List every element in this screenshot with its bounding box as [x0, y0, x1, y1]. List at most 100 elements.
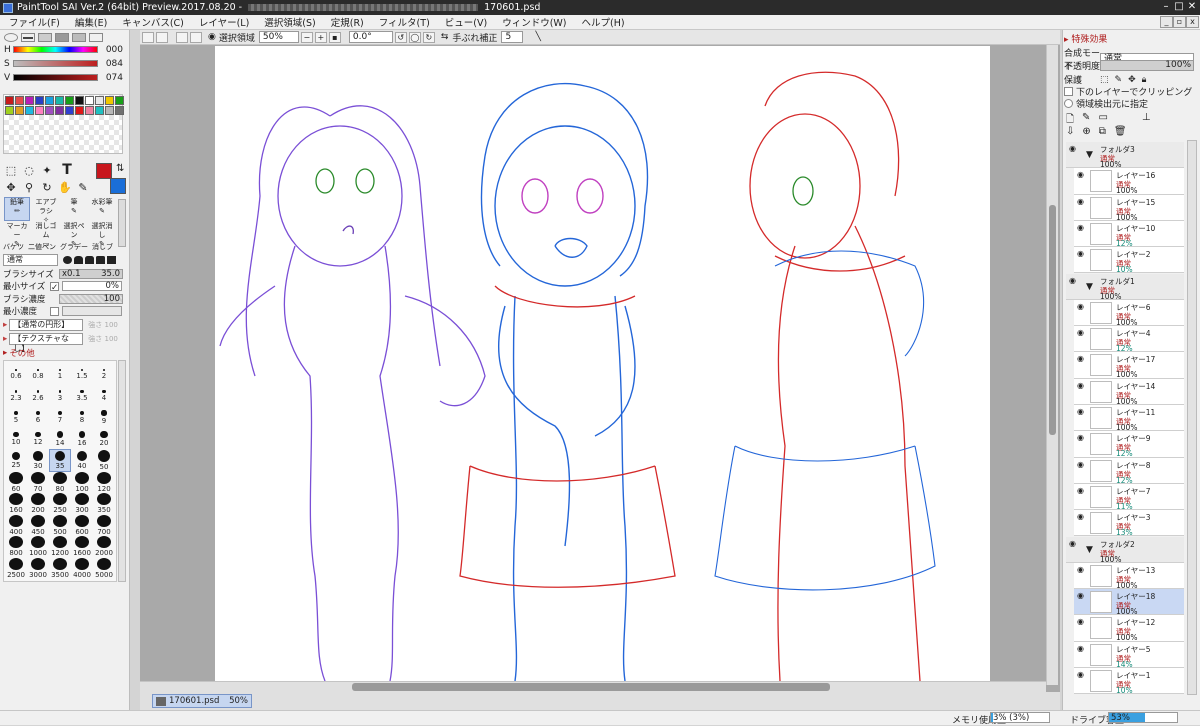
min-size-checkbox[interactable]: ✓ — [50, 281, 59, 293]
brush-size-preset[interactable]: 35 — [49, 449, 71, 472]
min-size-slider[interactable]: 0% — [62, 281, 122, 291]
palette-swatch[interactable] — [85, 106, 94, 115]
brush-size-preset[interactable]: 1200 — [50, 536, 70, 557]
rotate-left-button[interactable]: ↺ — [394, 31, 407, 43]
eye-icon[interactable]: ◉ — [1069, 539, 1079, 548]
swap-colors-icon[interactable]: ⇅ — [116, 163, 124, 174]
eye-icon[interactable]: ◉ — [1077, 671, 1087, 679]
brush-shape-select[interactable]: 【通常の円形】 — [9, 319, 84, 331]
brush-size-preset[interactable]: 350 — [94, 493, 114, 514]
rotate-icon[interactable]: ↻ — [40, 180, 54, 194]
move-layer-down-icon[interactable]: ⇩ — [1066, 126, 1074, 137]
brush-tool-gradient[interactable]: グラデー — [60, 242, 88, 250]
brush-size-preset[interactable]: 100 — [72, 471, 92, 493]
palette-swatch[interactable] — [45, 106, 54, 115]
brush-tool-binary-pen[interactable]: 二値ペン — [28, 242, 56, 250]
layer-row[interactable]: ◉ レイヤー17 通常 100% — [1074, 352, 1184, 379]
redo-button[interactable] — [156, 31, 168, 43]
brush-tool-watercolor[interactable]: 水彩筆 ✎ — [89, 197, 115, 221]
menu-file[interactable]: ファイル(F) — [0, 15, 66, 29]
brush-size-preset[interactable]: 300 — [72, 493, 92, 514]
stabilizer-select[interactable]: 5 — [501, 31, 524, 43]
brush-size-preset[interactable]: 80 — [50, 471, 70, 493]
brush-size-preset[interactable]: 0.8 — [28, 364, 48, 385]
brush-size-preset[interactable]: 5000 — [94, 557, 114, 579]
rotate-right-button[interactable]: ↻ — [422, 31, 435, 43]
folder-toggle-icon[interactable]: ▼ — [1086, 150, 1093, 160]
palette-swatch[interactable] — [75, 106, 84, 115]
layer-row[interactable]: ◉ レイヤー11 通常 100% — [1074, 405, 1184, 432]
size-presets-scrollbar[interactable] — [118, 360, 126, 582]
hand-icon[interactable]: ✋ — [58, 180, 72, 194]
brush-size-preset[interactable]: 25 — [6, 450, 26, 471]
layer-folder[interactable]: ◉ ▼ フォルダ3 通常 100% — [1066, 142, 1184, 169]
brush-size-preset[interactable]: 1.5 — [72, 364, 92, 385]
brush-size-preset[interactable]: 4 — [94, 386, 114, 407]
value-value[interactable]: 074 — [99, 73, 123, 83]
brush-size-preset[interactable]: 30 — [28, 450, 48, 471]
menu-view[interactable]: ビュー(V) — [436, 15, 493, 29]
layer-row[interactable]: ◉ レイヤー14 通常 100% — [1074, 378, 1184, 406]
brush-size-preset[interactable]: 2500 — [6, 557, 26, 579]
layer-row[interactable]: ◉ レイヤー6 通常 100% — [1074, 299, 1184, 327]
brush-size-preset[interactable]: 50 — [94, 450, 114, 471]
reference-radio[interactable] — [1064, 99, 1073, 108]
layer-row[interactable]: ◉ レイヤー4 通常 12% — [1074, 326, 1184, 353]
panel-minimize-button[interactable]: _ — [1160, 16, 1173, 28]
eye-icon[interactable]: ◉ — [1077, 223, 1087, 232]
layer-row[interactable]: ◉ レイヤー10 通常 12% — [1074, 220, 1184, 248]
brush-size-preset[interactable]: 3 — [50, 386, 70, 407]
clipping-checkbox[interactable] — [1064, 87, 1073, 96]
eye-icon[interactable]: ◉ — [1077, 618, 1087, 626]
eye-icon[interactable]: ◉ — [1077, 460, 1087, 469]
brush-size-preset[interactable]: 500 — [50, 514, 70, 536]
layer-adjust-icon[interactable]: ⊥ — [1142, 112, 1151, 129]
brush-texture-select[interactable]: 【テクスチャなし】 — [9, 333, 84, 353]
palette-swatch[interactable] — [15, 96, 24, 105]
brush-size-preset[interactable]: 160 — [6, 493, 26, 514]
other-section-row[interactable]: ▸ その他 — [3, 347, 125, 359]
brush-size-preset[interactable]: 1000 — [28, 536, 48, 557]
eye-icon[interactable]: ◉ — [1077, 513, 1087, 521]
layer-row[interactable]: ◉ レイヤー12 通常 100% — [1074, 615, 1184, 642]
layer-row[interactable]: ◉ レイヤー5 通常 14% — [1074, 641, 1184, 669]
invert-selection-button[interactable] — [190, 31, 202, 43]
scratchpad-tab[interactable] — [89, 33, 103, 42]
eye-icon[interactable]: ◉ — [1077, 644, 1087, 653]
palette-swatch[interactable] — [35, 106, 44, 115]
horizontal-scroll-thumb[interactable] — [352, 683, 830, 691]
layer-row[interactable]: ◉ レイヤー13 通常 100% — [1074, 562, 1184, 590]
layer-row[interactable]: ◉ レイヤー18 通常 100% — [1074, 589, 1184, 616]
palette-swatch[interactable] — [15, 106, 24, 115]
layer-row[interactable]: ◉ レイヤー3 通常 13% — [1074, 510, 1184, 537]
zoom-reset-button[interactable]: ▪ — [328, 31, 341, 43]
brush-size-slider[interactable]: x0.1 35.0 — [59, 269, 123, 279]
zoom-out-button[interactable]: − — [300, 31, 313, 43]
palette-swatch[interactable] — [65, 106, 74, 115]
palette-swatch[interactable] — [75, 96, 84, 105]
secondary-color[interactable] — [110, 178, 126, 194]
palette-swatch[interactable] — [55, 106, 64, 115]
eye-icon[interactable]: ◉ — [1069, 276, 1079, 285]
brush-size-preset[interactable]: 10 — [6, 429, 26, 450]
menu-help[interactable]: ヘルプ(H) — [573, 15, 631, 29]
mixer-tab[interactable] — [55, 33, 69, 42]
vertical-scrollbar[interactable] — [1046, 45, 1058, 685]
layer-folder[interactable]: ◉ ▼ フォルダ2 通常 100% — [1066, 536, 1184, 564]
layer-row[interactable]: ◉ レイヤー9 通常 12% — [1074, 431, 1184, 458]
rgb-slider-tab[interactable] — [21, 33, 35, 42]
min-density-checkbox[interactable] — [50, 306, 59, 316]
brush-size-preset[interactable]: 700 — [94, 514, 114, 536]
brush-tool-scrollbar[interactable] — [118, 199, 126, 247]
palette-swatch[interactable] — [115, 106, 124, 115]
palette-swatch[interactable] — [5, 96, 14, 105]
copy-layer-icon[interactable]: ⧉ — [1099, 126, 1106, 137]
brush-size-preset[interactable]: 4000 — [72, 557, 92, 579]
brush-size-preset[interactable]: 400 — [6, 514, 26, 536]
brush-size-preset[interactable]: 250 — [50, 493, 70, 514]
rotate-reset-button[interactable]: ◯ — [408, 31, 421, 43]
rect-select-icon[interactable]: ⬚ — [4, 163, 18, 177]
brush-size-preset[interactable]: 16 — [72, 429, 92, 450]
trash-icon[interactable]: 🗑︎ — [1114, 126, 1127, 137]
brush-size-preset[interactable]: 3000 — [28, 557, 48, 579]
